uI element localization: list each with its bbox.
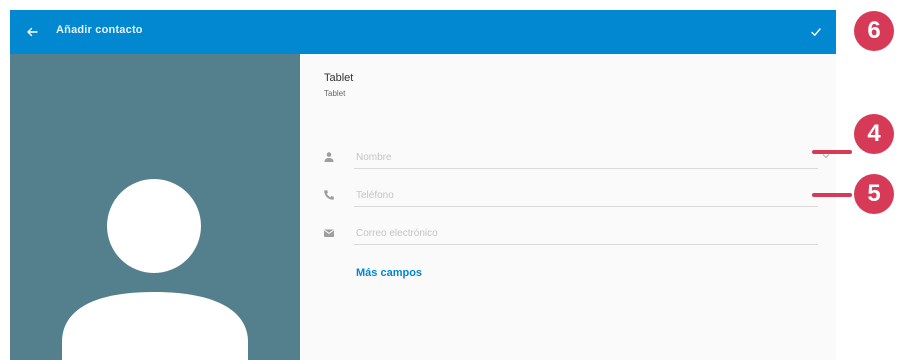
contact-photo-panel[interactable] xyxy=(10,54,300,360)
page-title: Añadir contacto xyxy=(56,24,143,36)
phone-row xyxy=(300,182,836,212)
more-fields-link[interactable]: Más campos xyxy=(356,267,422,279)
email-row xyxy=(300,220,836,250)
callout-4-line xyxy=(812,150,852,154)
callout-5-badge: 5 xyxy=(854,174,894,214)
screenshot-frame: Añadir contacto Tablet Tablet Nombre Tel… xyxy=(0,0,898,360)
person-silhouette-icon xyxy=(62,179,248,360)
checkmark-icon xyxy=(811,28,821,36)
account-type: Tablet xyxy=(324,89,346,98)
contact-form: Tablet Tablet Nombre Teléfono Correo ele… xyxy=(300,54,836,360)
phone-icon xyxy=(322,188,336,202)
name-input[interactable] xyxy=(354,146,818,169)
save-button[interactable] xyxy=(804,20,828,44)
phone-input[interactable] xyxy=(354,184,818,207)
callout-5-line xyxy=(812,193,852,197)
name-row xyxy=(300,144,836,174)
arrow-left-icon xyxy=(27,27,38,37)
person-icon xyxy=(322,150,336,164)
app-bar: Añadir contacto xyxy=(10,10,836,54)
callout-6-badge: 6 xyxy=(854,11,894,51)
add-contact-screen: Añadir contacto Tablet Tablet Nombre Tel… xyxy=(10,10,836,360)
account-name: Tablet xyxy=(324,72,354,84)
envelope-icon xyxy=(322,226,336,240)
callout-4-badge: 4 xyxy=(854,114,894,154)
back-button[interactable] xyxy=(20,20,44,44)
email-input[interactable] xyxy=(354,222,818,245)
